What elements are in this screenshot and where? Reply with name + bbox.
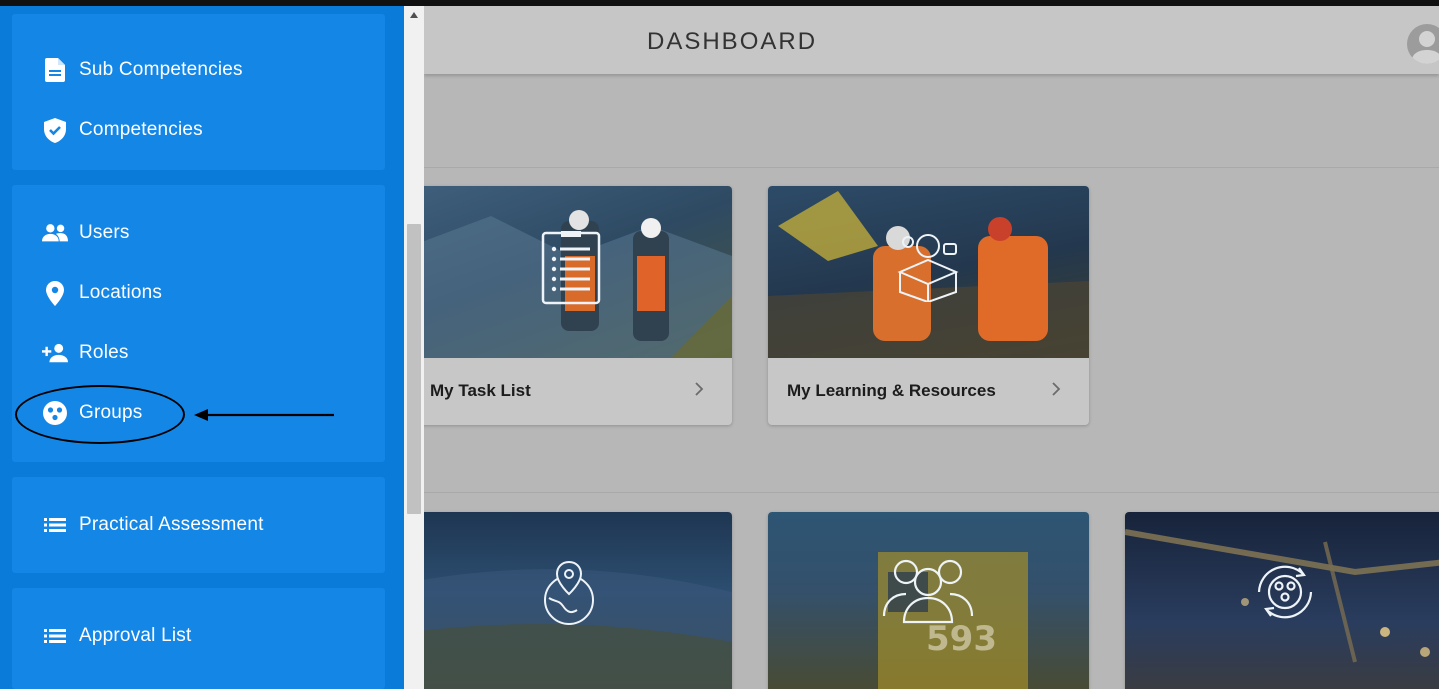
scrollbar-thumb[interactable] — [407, 224, 421, 514]
sidebar-item-label: Locations — [79, 282, 163, 303]
sidebar-item-users[interactable]: Users — [42, 213, 130, 253]
highlight-ellipse — [15, 385, 185, 444]
card-my-task-list[interactable]: My Task List — [424, 186, 732, 425]
card-image — [424, 186, 732, 358]
list-icon — [42, 512, 68, 538]
sidebar-item-sub-competencies[interactable]: Sub Competencies — [42, 50, 243, 90]
svg-text:593: 593 — [926, 619, 997, 659]
card-image — [424, 512, 732, 689]
card-image — [768, 186, 1089, 358]
sidebar: Sub Competencies Competencies Users Loca… — [0, 6, 404, 689]
location-pin-icon — [42, 280, 68, 306]
brain-box-icon — [897, 234, 959, 302]
sidebar-group-assessment: Practical Assessment — [12, 477, 385, 573]
section-divider — [424, 167, 1439, 168]
sidebar-item-locations[interactable]: Locations — [42, 273, 162, 313]
sidebar-item-label: Sub Competencies — [79, 59, 243, 80]
card-label: My Learning & Resources — [787, 381, 996, 400]
page-title: DASHBOARD — [647, 28, 818, 55]
sidebar-group-competency: Sub Competencies Competencies — [12, 14, 385, 170]
users-icon — [42, 220, 68, 246]
globe-pin-icon — [544, 560, 594, 625]
chevron-right-icon — [695, 382, 704, 396]
add-person-icon — [42, 340, 68, 366]
sidebar-item-label: Roles — [79, 342, 129, 363]
arrow-annotation — [194, 409, 334, 421]
sidebar-item-approval-list[interactable]: Approval List — [42, 616, 191, 656]
checklist-icon — [541, 231, 601, 305]
card-my-learning-resources[interactable]: My Learning & Resources — [768, 186, 1089, 425]
sidebar-group-approval: Approval List — [12, 588, 385, 689]
scroll-up-arrow-icon[interactable] — [404, 6, 424, 24]
people-icon — [882, 559, 974, 624]
card-image: 593 — [768, 512, 1089, 689]
top-header: DASHBOARD — [424, 6, 1439, 74]
card-group-cycle[interactable] — [1125, 512, 1439, 689]
window-top-border — [0, 0, 1439, 6]
sidebar-item-label: Approval List — [79, 625, 192, 646]
sidebar-item-label: Competencies — [79, 119, 203, 140]
document-icon — [42, 57, 68, 83]
card-locations-map[interactable] — [424, 512, 732, 689]
shield-check-icon — [42, 117, 68, 143]
card-label: My Task List — [430, 381, 531, 400]
main-content: DASHBOARD My Task List My Learning & Res… — [424, 6, 1439, 689]
sidebar-item-label: Practical Assessment — [79, 514, 264, 535]
sidebar-item-competencies[interactable]: Competencies — [42, 110, 203, 150]
sidebar-scrollbar[interactable] — [404, 6, 424, 689]
chevron-right-icon — [1052, 382, 1061, 396]
list-icon — [42, 623, 68, 649]
card-people[interactable]: 593 — [768, 512, 1089, 689]
section-divider — [424, 492, 1439, 493]
sidebar-item-label: Users — [79, 222, 130, 243]
group-cycle-icon — [1257, 565, 1313, 619]
sidebar-item-practical-assessment[interactable]: Practical Assessment — [42, 505, 264, 545]
avatar[interactable] — [1407, 24, 1439, 64]
sidebar-item-roles[interactable]: Roles — [42, 333, 129, 373]
card-image — [1125, 512, 1439, 689]
